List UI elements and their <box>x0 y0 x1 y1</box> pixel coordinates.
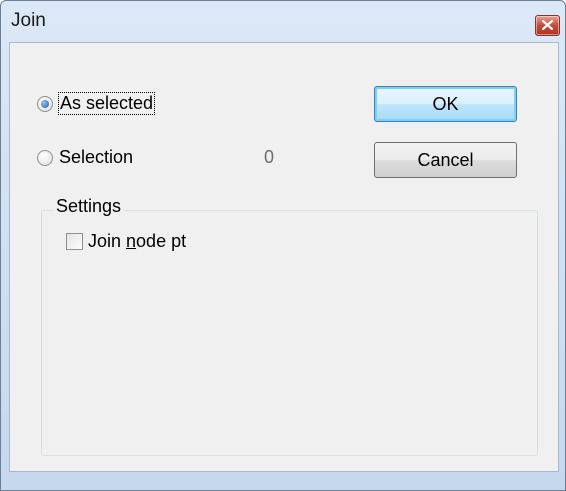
join-node-pt-label-prefix: Join <box>88 231 127 251</box>
selection-radio[interactable] <box>37 149 53 166</box>
join-node-pt-mnemonic: n <box>126 231 137 251</box>
window-bottom-frame <box>1 478 565 490</box>
window-title: Join <box>11 10 46 31</box>
join-dialog-window: Join As selected Selection 0 OK Cancel S… <box>0 0 566 491</box>
selection-option[interactable]: Selection <box>37 147 133 168</box>
join-node-pt-label-suffix: ode pt <box>136 231 187 251</box>
join-node-pt-checkbox[interactable] <box>66 233 83 250</box>
close-button[interactable] <box>535 15 560 36</box>
title-bar[interactable]: Join <box>1 1 565 43</box>
join-node-pt-option[interactable]: Join node pt <box>66 231 186 252</box>
ok-button[interactable]: OK <box>374 86 517 122</box>
as-selected-radio[interactable] <box>37 95 53 112</box>
cancel-button[interactable]: Cancel <box>374 142 517 178</box>
selection-label: Selection <box>59 147 134 167</box>
dialog-body: As selected Selection 0 OK Cancel Settin… <box>9 42 559 472</box>
selection-count: 0 <box>264 147 275 167</box>
settings-group-label: Settings <box>53 196 125 217</box>
as-selected-option[interactable]: As selected <box>37 92 156 115</box>
as-selected-label: As selected <box>57 92 156 115</box>
close-icon <box>542 20 553 30</box>
join-node-pt-label: Join node pt <box>88 231 186 252</box>
